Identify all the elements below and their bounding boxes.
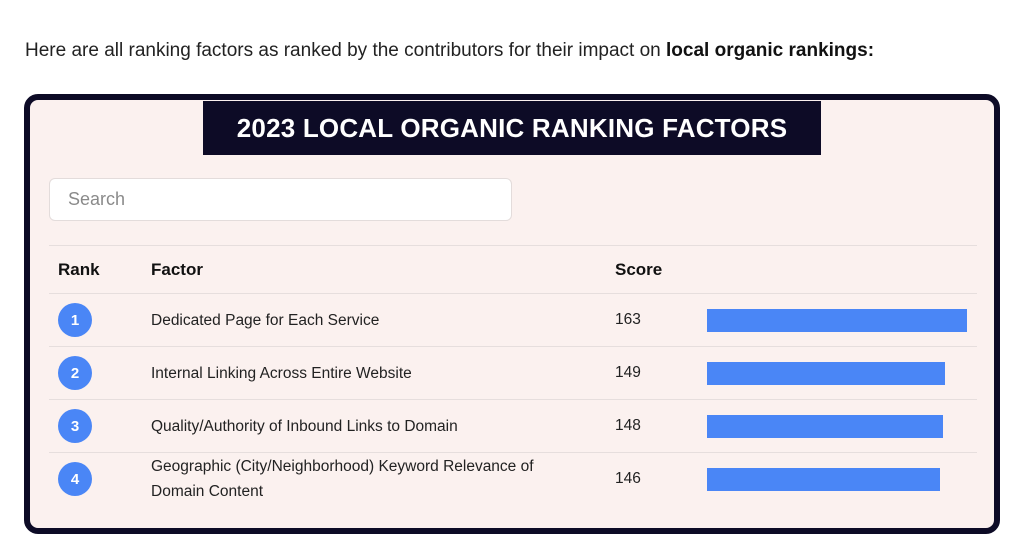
table-row: 3 Quality/Authority of Inbound Links to … [49,399,977,452]
table-header-row: Rank Factor Score [49,245,977,293]
table-row: 1 Dedicated Page for Each Service 163 [49,293,977,346]
card-title: 2023 LOCAL ORGANIC RANKING FACTORS [203,101,821,155]
intro-text: Here are all ranking factors as ranked b… [25,40,667,61]
score-column-header[interactable]: Score [615,246,695,293]
rank-column-header[interactable]: Rank [58,246,138,293]
factor-name: Geographic (City/Neighborhood) Keyword R… [151,458,534,500]
rank-badge: 1 [58,303,92,337]
table-row: 2 Internal Linking Across Entire Website… [49,346,977,399]
factor-name: Internal Linking Across Entire Website [151,364,412,382]
score-bar [707,467,940,491]
ranking-factors-card: 2023 LOCAL ORGANIC RANKING FACTORS Rank … [24,94,1000,534]
score-bar [707,414,944,438]
intro-bold-text: local organic rankings: [666,40,875,61]
score-bar [707,308,967,332]
ranking-table: Rank Factor Score 1 Dedicated Page for E… [49,245,977,505]
intro-paragraph: Here are all ranking factors as ranked b… [25,38,874,64]
search-input[interactable] [49,178,512,221]
score-value: 163 [615,311,641,328]
factor-name: Quality/Authority of Inbound Links to Do… [151,417,458,435]
table-row: 4 Geographic (City/Neighborhood) Keyword… [49,452,977,505]
score-value: 148 [615,417,641,434]
rank-badge: 2 [58,356,92,390]
rank-badge: 3 [58,409,92,443]
factor-name: Dedicated Page for Each Service [151,311,380,329]
factor-column-header[interactable]: Factor [151,246,581,293]
score-value: 146 [615,470,641,487]
rank-badge: 4 [58,462,92,496]
score-value: 149 [615,364,641,381]
score-bar [707,361,945,385]
